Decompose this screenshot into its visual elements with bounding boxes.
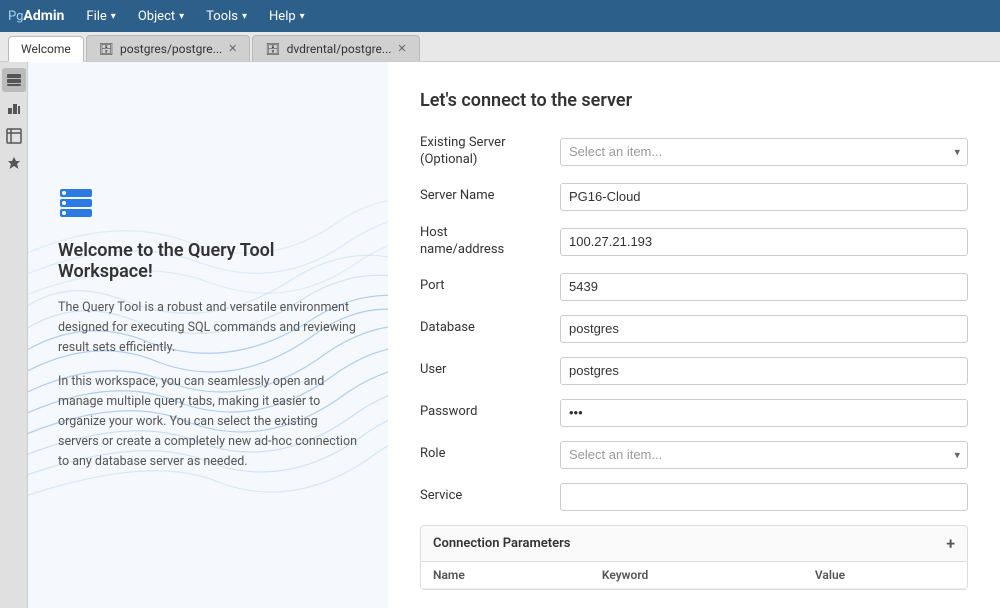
menu-file[interactable]: File ▾ xyxy=(76,5,125,28)
welcome-content: Welcome to the Query Tool Workspace! The… xyxy=(58,185,358,486)
welcome-paragraph1: The Query Tool is a robust and versatile… xyxy=(58,298,358,358)
form-row-server-name: Server Name xyxy=(420,183,968,211)
existing-server-select[interactable]: Select an item... xyxy=(560,138,968,166)
tab-welcome-label: Welcome xyxy=(21,42,71,56)
connection-params-title: Connection Parameters xyxy=(433,536,570,551)
form-row-role: Role Select an item... ▾ xyxy=(420,441,968,469)
connection-params-header: Connection Parameters + xyxy=(421,526,967,562)
port-input[interactable] xyxy=(560,273,968,301)
password-input[interactable] xyxy=(560,399,968,427)
tab-dvdrental-label: dvdrental/postgre... xyxy=(287,42,392,56)
form-row-host: Hostname/address xyxy=(420,225,968,259)
params-table: Name Keyword Value xyxy=(421,562,967,589)
service-input[interactable] xyxy=(560,483,968,511)
form-row-port: Port xyxy=(420,273,968,301)
tabbar: Welcome 🗄 postgres/postgre... ✕ 🗄 dvdren… xyxy=(0,32,1000,62)
menu-items: File ▾ Object ▾ Tools ▾ Help ▾ xyxy=(76,5,314,28)
form-panel: Let's connect to the server Existing Ser… xyxy=(388,62,1000,608)
col-keyword: Keyword xyxy=(590,562,803,589)
form-row-password: Password xyxy=(420,399,968,427)
control-database xyxy=(560,315,968,343)
database-tab-icon2: 🗄 xyxy=(265,42,280,56)
menu-object[interactable]: Object ▾ xyxy=(128,5,194,28)
label-server-name: Server Name xyxy=(420,188,560,205)
control-port xyxy=(560,273,968,301)
tab-welcome[interactable]: Welcome xyxy=(8,36,84,62)
label-role: Role xyxy=(420,446,560,463)
chevron-down-icon: ▾ xyxy=(242,11,247,22)
chevron-down-icon: ▾ xyxy=(300,11,305,22)
logo-admin: Admin xyxy=(23,8,64,24)
connection-params: Connection Parameters + Name Keyword Val… xyxy=(420,525,968,590)
chevron-down-icon: ▾ xyxy=(111,11,116,22)
control-password xyxy=(560,399,968,427)
control-host xyxy=(560,228,968,256)
main-layout: .wave { fill: none; stroke: #4a90d9; str… xyxy=(0,62,1000,608)
form-row-service: Service xyxy=(420,483,968,511)
select-wrapper-existing-server: Select an item... ▾ xyxy=(560,138,968,166)
label-user: User xyxy=(420,362,560,379)
label-service: Service xyxy=(420,488,560,505)
form-row-user: User xyxy=(420,357,968,385)
add-param-button[interactable]: + xyxy=(946,534,955,553)
menubar: PgAdmin File ▾ Object ▾ Tools ▾ Help ▾ xyxy=(0,0,1000,32)
role-select[interactable]: Select an item... xyxy=(560,441,968,469)
control-existing-server: Select an item... ▾ xyxy=(560,138,968,166)
tab-postgres[interactable]: 🗄 postgres/postgre... ✕ xyxy=(86,35,251,61)
host-input[interactable] xyxy=(560,228,968,256)
label-password: Password xyxy=(420,404,560,421)
form-row-database: Database xyxy=(420,315,968,343)
content-area: .wave { fill: none; stroke: #4a90d9; str… xyxy=(28,62,1000,608)
welcome-panel: .wave { fill: none; stroke: #4a90d9; str… xyxy=(28,62,388,608)
database-tab-icon: 🗄 xyxy=(99,42,114,56)
control-service xyxy=(560,483,968,511)
chevron-down-icon: ▾ xyxy=(179,11,184,22)
welcome-title: Welcome to the Query Tool Workspace! xyxy=(58,240,358,282)
sidebar-item-dashboard[interactable] xyxy=(2,96,26,120)
sidebar-item-server[interactable] xyxy=(2,68,26,92)
control-role: Select an item... ▾ xyxy=(560,441,968,469)
tab-close-icon[interactable]: ✕ xyxy=(228,43,237,54)
tab-dvdrental[interactable]: 🗄 dvdrental/postgre... ✕ xyxy=(252,35,419,61)
label-port: Port xyxy=(420,278,560,295)
database-input[interactable] xyxy=(560,315,968,343)
tab-postgres-label: postgres/postgre... xyxy=(120,42,222,56)
welcome-paragraph2: In this workspace, you can seamlessly op… xyxy=(58,372,358,472)
menu-help[interactable]: Help ▾ xyxy=(259,5,315,28)
label-existing-server: Existing Server(Optional) xyxy=(420,135,560,169)
menu-tools[interactable]: Tools ▾ xyxy=(196,5,257,28)
select-wrapper-role: Select an item... ▾ xyxy=(560,441,968,469)
label-database: Database xyxy=(420,320,560,337)
control-user xyxy=(560,357,968,385)
col-value: Value xyxy=(803,562,967,589)
logo-pg: Pg xyxy=(8,9,23,24)
sidebar-item-browser[interactable] xyxy=(2,124,26,148)
user-input[interactable] xyxy=(560,357,968,385)
label-host: Hostname/address xyxy=(420,225,560,259)
col-name: Name xyxy=(421,562,590,589)
sidebar xyxy=(0,62,28,608)
app-logo: PgAdmin xyxy=(8,8,64,24)
form-row-existing-server: Existing Server(Optional) Select an item… xyxy=(420,135,968,169)
tab-close-icon2[interactable]: ✕ xyxy=(397,43,406,54)
control-server-name xyxy=(560,183,968,211)
form-title: Let's connect to the server xyxy=(420,90,968,111)
server-name-input[interactable] xyxy=(560,183,968,211)
welcome-logo-icon xyxy=(58,185,358,228)
sidebar-item-plugin[interactable] xyxy=(2,152,26,176)
